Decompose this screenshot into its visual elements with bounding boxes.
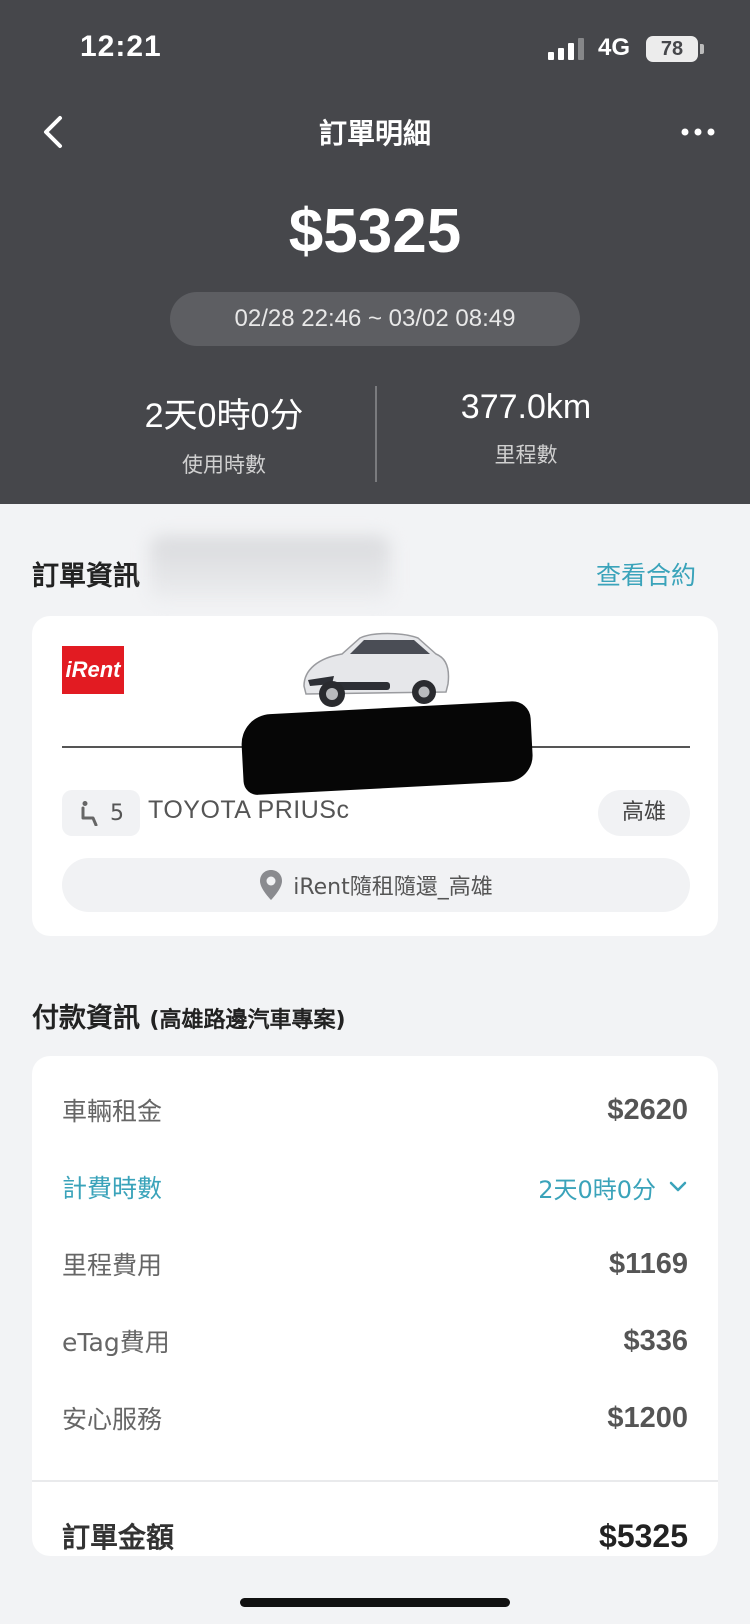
payment-title: 付款資訊 — [32, 1003, 140, 1034]
fee-value: $1169 — [608, 1247, 688, 1280]
fee-row-insurance: 安心服務 $1200 — [62, 1398, 688, 1438]
more-dots-icon[interactable] — [680, 120, 716, 144]
fee-value: $1200 — [607, 1401, 688, 1434]
mileage-label: 里程數 — [494, 443, 558, 467]
status-time: 12:21 — [80, 30, 162, 63]
fee-label: 里程費用 — [62, 1251, 163, 1280]
order-total-row: 訂單金額 $5325 — [62, 1516, 688, 1556]
car-image — [303, 632, 450, 707]
view-contract-link[interactable]: 查看合約 — [596, 556, 696, 592]
signal-icon — [548, 38, 584, 60]
blurred-redaction — [150, 536, 390, 600]
fee-value: $2620 — [607, 1093, 688, 1126]
mileage-stat: 377.0km 里程數 — [376, 388, 676, 469]
fee-row-billing-hours[interactable]: 計費時數 2天0時0分 — [62, 1167, 688, 1207]
car-model: TOYOTA PRIUSc — [148, 796, 350, 824]
fee-label: eTag費用 — [62, 1328, 170, 1357]
fee-row-mileage: 里程費用 $1169 — [62, 1244, 688, 1284]
mileage-value: 377.0km — [460, 388, 592, 426]
fee-value: $336 — [623, 1324, 688, 1357]
divider-line — [522, 746, 690, 748]
status-bar: 12:21 4G 78 — [0, 0, 750, 100]
irent-logo: iRent — [62, 646, 124, 694]
vehicle-card: iRent 5 TOYOTA PRIUSc 高雄 iRent隨租隨還_高雄 — [32, 616, 718, 936]
order-section-title: 訂單資訊 — [32, 561, 140, 592]
fee-label: 車輛租金 — [62, 1097, 163, 1126]
region-badge: 高雄 — [598, 790, 690, 836]
divider-line — [62, 746, 258, 748]
seat-icon — [81, 801, 98, 826]
battery-icon: 78 — [646, 36, 704, 62]
home-indicator[interactable] — [240, 1598, 510, 1607]
chevron-down-icon — [669, 1181, 687, 1192]
billing-hours-toggle[interactable]: 2天0時0分 — [538, 1170, 688, 1205]
usage-value: 2天0時0分 — [144, 397, 304, 435]
location-label: iRent隨租隨還_高雄 — [293, 875, 493, 900]
usage-stat: 2天0時0分 使用時數 — [74, 388, 374, 479]
pickup-location[interactable]: iRent隨租隨還_高雄 — [62, 858, 690, 912]
seat-badge: 5 — [62, 790, 140, 836]
payment-card: 車輛租金 $2620 計費時數 2天0時0分 里程費用 $1169 eTag費用… — [32, 1056, 718, 1556]
order-summary-header: 12:21 4G 78 訂單明細 $5325 02/28 22:46 ~ 03/… — [0, 0, 750, 504]
payment-subtitle: (高雄路邊汽車專案) — [149, 1008, 346, 1033]
order-amount: $5325 — [288, 197, 462, 266]
network-type: 4G — [598, 34, 631, 61]
usage-label: 使用時數 — [182, 453, 266, 477]
fee-value: 2天0時0分 — [538, 1175, 656, 1204]
payment-section-title: 付款資訊 (高雄路邊汽車專案) — [32, 996, 346, 1035]
fee-row-etag: eTag費用 $336 — [62, 1321, 688, 1361]
fee-label: 計費時數 — [62, 1174, 163, 1203]
location-pin-icon — [260, 870, 283, 900]
fee-row-rental: 車輛租金 $2620 — [62, 1090, 688, 1130]
page-title: 訂單明細 — [318, 117, 431, 150]
redacted-plate — [240, 700, 534, 796]
seat-count: 5 — [110, 800, 124, 826]
total-label: 訂單金額 — [62, 1521, 175, 1554]
fee-label: 安心服務 — [62, 1405, 163, 1434]
total-value: $5325 — [599, 1517, 688, 1554]
rental-period: 02/28 22:46 ~ 03/02 08:49 — [170, 292, 580, 346]
total-divider — [32, 1480, 718, 1482]
